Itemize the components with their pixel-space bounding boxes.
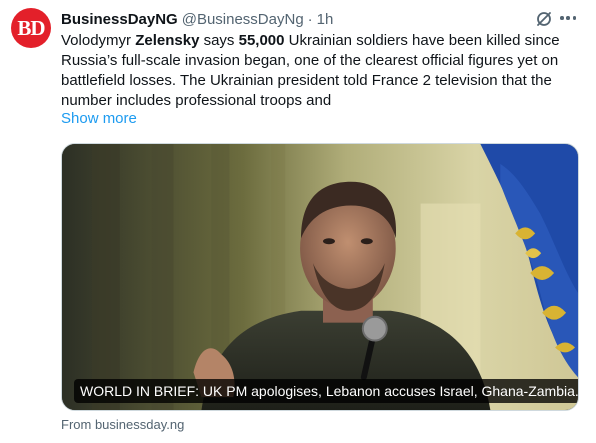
separator-dot: · bbox=[307, 10, 313, 28]
author-handle[interactable]: @BusinessDayNg bbox=[182, 11, 304, 28]
avatar-logo-text: BD bbox=[17, 15, 45, 40]
grok-slash-icon[interactable] bbox=[535, 10, 553, 28]
tweet-text-bold: 55,000 bbox=[238, 32, 285, 49]
tweet-header: BusinessDayNG @BusinessDayNg · 1h bbox=[61, 9, 333, 29]
card-caption: WORLD IN BRIEF: UK PM apologises, Lebano… bbox=[74, 379, 578, 403]
timestamp[interactable]: 1h bbox=[317, 11, 334, 28]
author-name[interactable]: BusinessDayNG bbox=[61, 11, 178, 28]
tweet-text-bold: Zelensky bbox=[135, 32, 200, 49]
card-source[interactable]: From businessday.ng bbox=[61, 417, 184, 432]
tweet-text: Volodymyr Zelensky says 55,000 Ukrainian… bbox=[61, 31, 581, 111]
card-image bbox=[62, 144, 578, 410]
more-horizontal-icon[interactable] bbox=[560, 16, 576, 22]
link-card[interactable]: WORLD IN BRIEF: UK PM apologises, Lebano… bbox=[61, 143, 579, 411]
tweet-text-part: says bbox=[199, 32, 239, 49]
show-more-link[interactable]: Show more bbox=[61, 110, 137, 127]
tweet-text-part: Volodymyr bbox=[61, 32, 136, 49]
avatar[interactable]: BD bbox=[11, 8, 51, 48]
